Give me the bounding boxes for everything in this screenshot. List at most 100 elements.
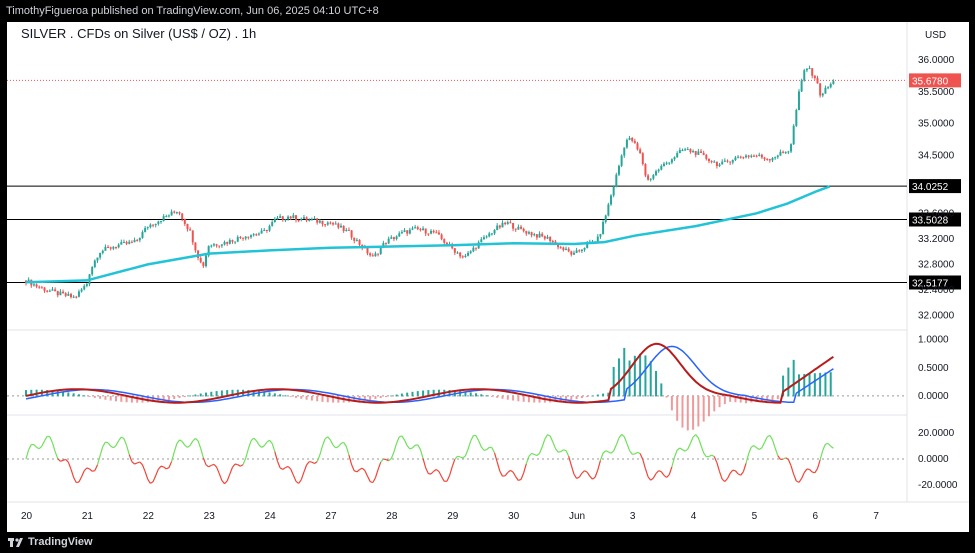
rsi-segment xyxy=(327,436,331,441)
macd-pane xyxy=(7,342,907,431)
candle-body xyxy=(104,246,107,251)
macd-histogram-bar xyxy=(797,374,800,397)
rsi-segment xyxy=(229,467,234,475)
macd-histogram-bar xyxy=(72,393,75,397)
candle-body xyxy=(700,151,703,153)
candle-body xyxy=(607,204,610,216)
candle-body xyxy=(109,247,112,249)
currency-label: USD xyxy=(925,30,946,41)
candle-body xyxy=(707,158,710,162)
candle-body xyxy=(414,227,417,229)
candle-body xyxy=(374,253,377,257)
tradingview-logo-icon xyxy=(8,538,23,547)
price-tick-label: 34.5000 xyxy=(918,151,955,162)
candle-body xyxy=(440,234,443,240)
macd-histogram-bar xyxy=(617,358,620,397)
rsi-segment xyxy=(687,443,691,450)
macd-histogram-bar xyxy=(173,395,176,400)
rsi-tick-label: 0.0000 xyxy=(918,454,949,465)
rsi-segment xyxy=(464,449,469,457)
candle-body xyxy=(686,149,689,151)
candle-body xyxy=(782,151,785,153)
candle-body xyxy=(689,149,692,153)
rsi-segment xyxy=(592,476,596,480)
macd-histogram-bar xyxy=(93,395,96,398)
rsi-segment xyxy=(573,473,578,479)
rsi-segment xyxy=(385,459,389,462)
candle-body xyxy=(228,240,231,244)
candle-body xyxy=(488,233,491,237)
candle-body xyxy=(649,178,652,180)
candle-body xyxy=(186,223,189,230)
rsi-segment xyxy=(658,470,662,473)
candle-body xyxy=(279,216,282,218)
candle-body xyxy=(819,83,822,96)
rsi-segment xyxy=(576,476,580,479)
rsi-segment xyxy=(726,473,731,479)
chart-title: SILVER . CFDs on Silver (US$ / OZ) . 1h xyxy=(21,26,256,41)
rsi-segment xyxy=(409,447,413,450)
chart-canvas[interactable]: 34.025233.502832.517735.6780 36.0000 35.5… xyxy=(7,22,969,532)
macd-histogram-bar xyxy=(644,355,647,397)
candle-body xyxy=(702,152,705,155)
rsi-segment xyxy=(459,456,464,459)
rsi-segment xyxy=(314,461,318,465)
rsi-segment xyxy=(814,468,819,474)
rsi-segment xyxy=(155,468,159,476)
candle-body xyxy=(334,223,337,225)
rsi-segment xyxy=(446,475,451,482)
candle-body xyxy=(173,211,176,213)
rsi-segment xyxy=(663,474,667,478)
rsi-segment xyxy=(54,451,59,459)
rsi-segment xyxy=(652,473,657,479)
macd-histogram-bar xyxy=(178,395,181,399)
candle-body xyxy=(83,285,86,290)
macd-histogram-bar xyxy=(692,395,695,430)
rsi-segment xyxy=(822,443,826,451)
candle-body xyxy=(271,222,274,226)
candle-body xyxy=(805,68,808,71)
rsi-segment xyxy=(512,471,517,478)
candle-body xyxy=(657,169,660,172)
candle-body xyxy=(358,239,361,245)
candle-body xyxy=(821,93,824,96)
rsi-segment xyxy=(718,471,723,480)
macd-histogram-bar xyxy=(469,392,472,397)
rsi-segment xyxy=(586,471,591,477)
candle-body xyxy=(234,241,237,243)
candle-body xyxy=(128,241,131,244)
macd-histogram-bar xyxy=(490,395,493,397)
rsi-segment xyxy=(51,442,56,452)
candle-body xyxy=(745,155,748,158)
rsi-segment xyxy=(96,455,101,466)
price-tick-label: 32.8000 xyxy=(918,259,955,270)
candle-body xyxy=(424,228,427,234)
time-tick-label: 4 xyxy=(691,511,697,522)
rsi-segment xyxy=(213,463,218,468)
chart-panel[interactable]: 34.0252 33.5028 32.5177 35.6780 36.0000 35.5… xyxy=(7,22,969,532)
candle-body xyxy=(310,219,313,221)
candle-body xyxy=(575,250,578,253)
rsi-segment xyxy=(740,471,744,476)
macd-histogram-bar xyxy=(406,392,409,397)
rsi-segment xyxy=(745,453,750,464)
rsi-segment xyxy=(753,445,757,449)
candle-body xyxy=(152,224,155,226)
candle-body xyxy=(387,238,390,244)
rsi-tick-label: -20.0000 xyxy=(918,480,958,491)
macd-histogram-bar xyxy=(273,393,276,397)
macd-histogram-bar xyxy=(77,394,80,397)
rsi-segment xyxy=(538,446,543,454)
rsi-segment xyxy=(507,469,511,473)
candle-body xyxy=(715,161,718,167)
rsi-segment xyxy=(523,463,527,474)
macd-histogram-bar xyxy=(776,395,779,400)
candle-body xyxy=(739,156,742,158)
rsi-segment xyxy=(118,436,122,442)
rsi-segment xyxy=(589,475,593,480)
time-tick-label: 23 xyxy=(204,511,216,522)
candle-body xyxy=(636,143,639,150)
candle-body xyxy=(602,221,605,235)
horizontal-levels: 34.025233.502832.517735.6780 xyxy=(7,73,961,289)
candle-body xyxy=(194,242,197,251)
